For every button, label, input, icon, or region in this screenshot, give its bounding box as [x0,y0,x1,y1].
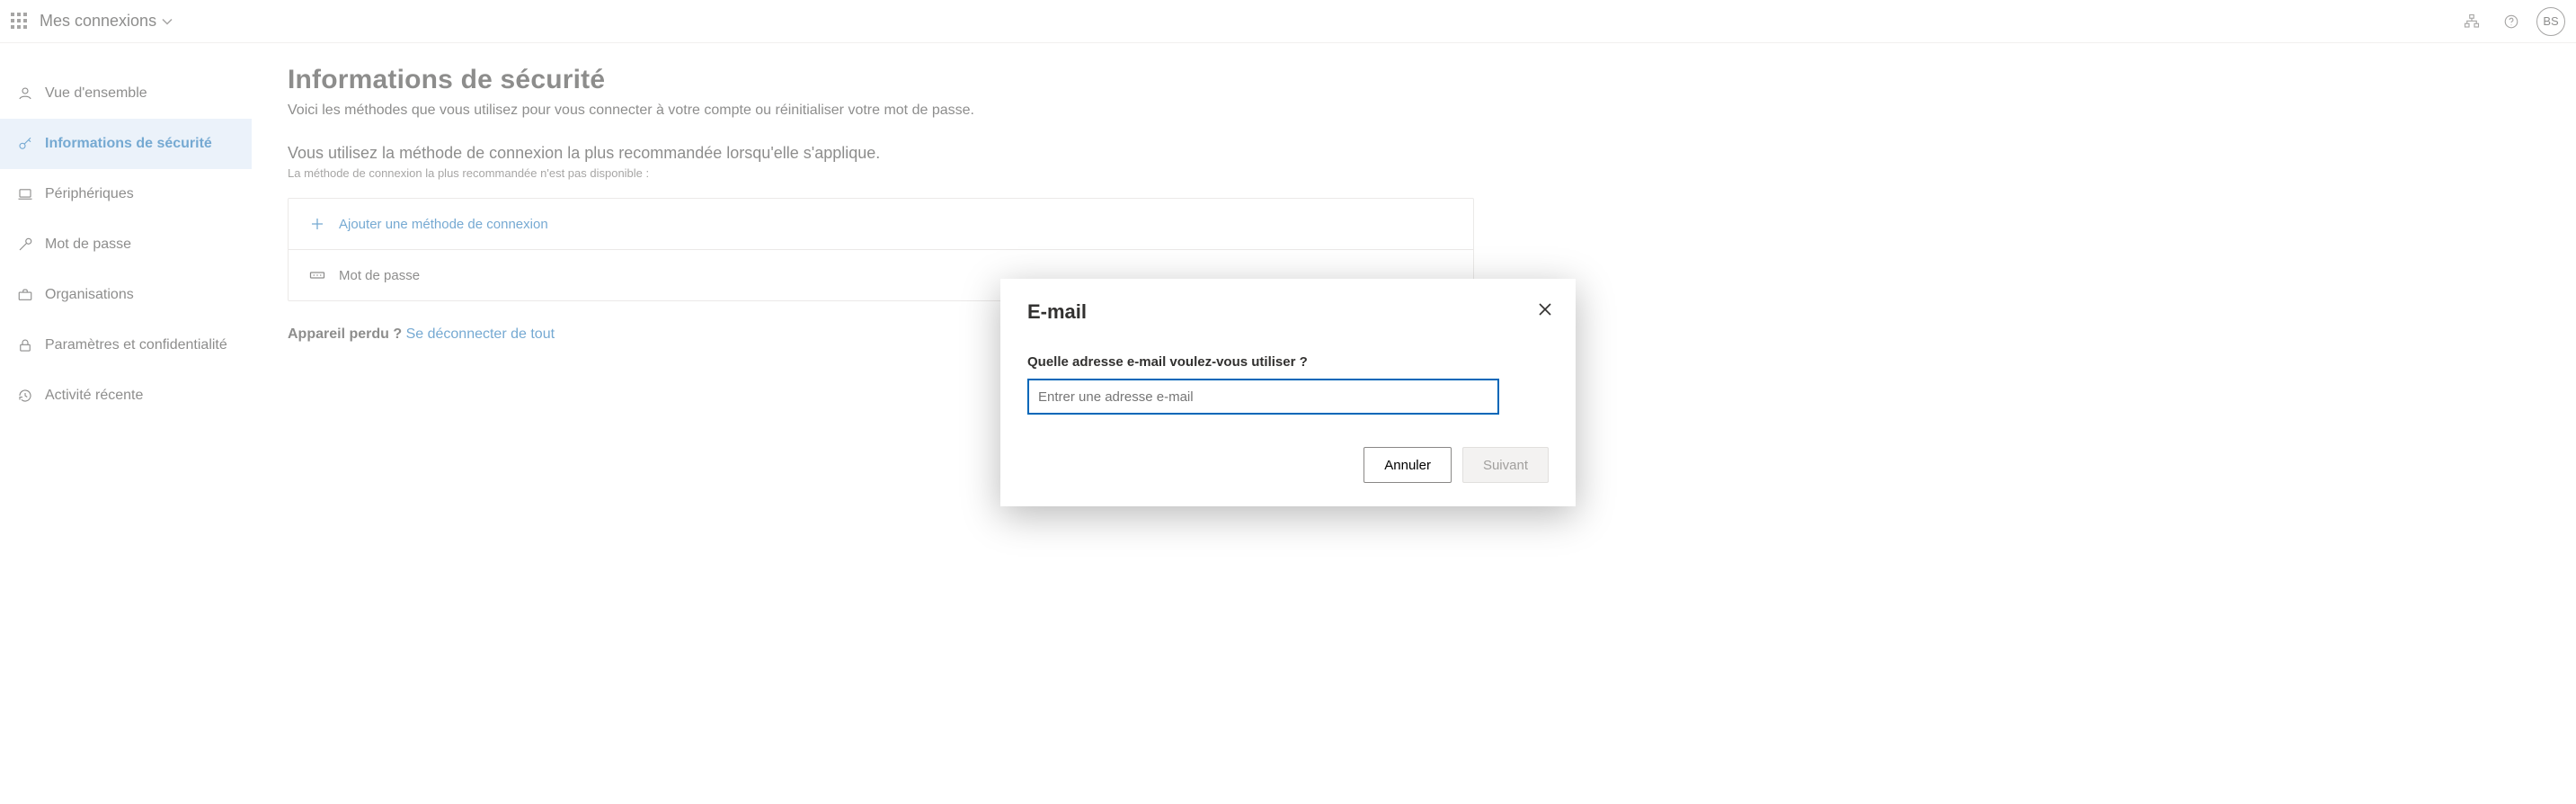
modal-title: E-mail [1027,300,1549,324]
modal-label: Quelle adresse e-mail voulez-vous utilis… [1027,354,1549,370]
cancel-button[interactable]: Annuler [1364,447,1452,483]
close-icon [1539,303,1551,316]
email-modal: E-mail Quelle adresse e-mail voulez-vous… [1000,279,1576,506]
email-input[interactable] [1027,379,1499,415]
next-button: Suivant [1462,447,1549,483]
close-button[interactable] [1532,297,1558,322]
modal-overlay: E-mail Quelle adresse e-mail voulez-vous… [0,0,2576,804]
